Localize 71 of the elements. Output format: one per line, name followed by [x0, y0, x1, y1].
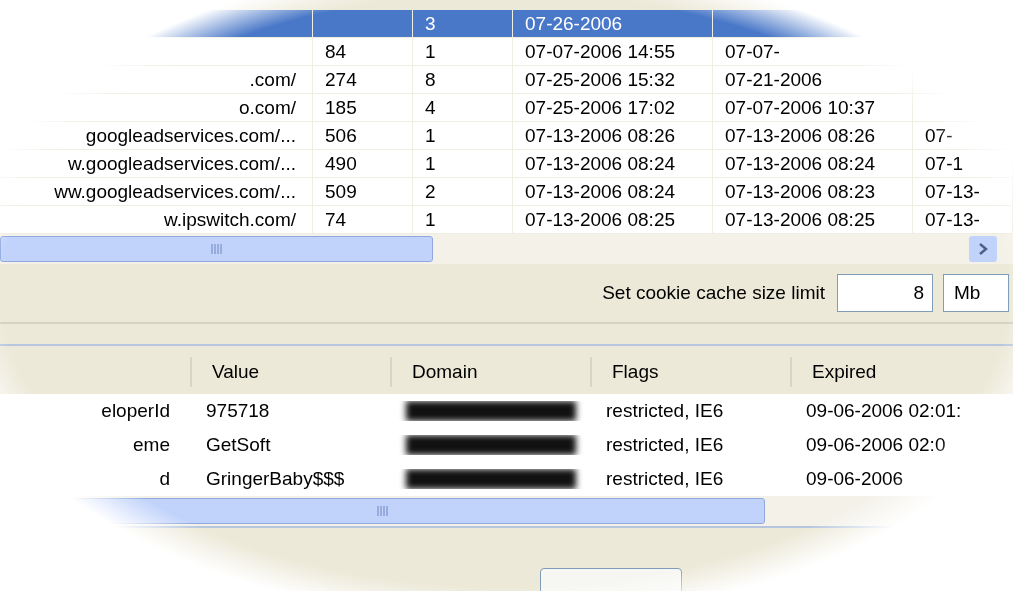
table-cell: 8	[425, 69, 436, 90]
table-cell: GetSoft	[206, 434, 271, 455]
grip-icon	[376, 505, 389, 517]
table-row[interactable]: googleadservices.com/... 506 1 07-13-2006 08:26 07-13-2006 08:26 07-	[0, 122, 1013, 150]
table-cell: w.googleadservices.com/...	[67, 153, 296, 174]
table-cell: restricted, IE6	[606, 400, 724, 421]
table-cell: 506	[325, 125, 357, 146]
table-cell: 1	[425, 125, 436, 146]
table-cell: 07-13-2006 08:24	[525, 153, 675, 174]
table-cell: GringerBaby$$$	[206, 468, 345, 489]
table-cell: 07-25-2006 17:02	[525, 97, 675, 118]
table-cell: 07-13-2006 08:24	[725, 153, 875, 174]
table-cell: 07-	[925, 125, 953, 146]
cache-limit-label: Set cookie cache size limit	[602, 282, 825, 304]
table-cell: googleadservices.com/...	[85, 125, 296, 146]
scrollbar-thumb[interactable]	[0, 236, 433, 262]
column-header[interactable]: Value	[212, 361, 260, 382]
table-cell: 3	[425, 13, 436, 34]
table-cell: 07-13-2006 08:23	[725, 181, 875, 202]
table-cell: 1	[425, 153, 436, 174]
table-cell: eme	[133, 434, 170, 455]
grip-icon	[210, 243, 223, 255]
table-row[interactable]: .com/ 274 8 07-25-2006 15:32 07-21-2006	[0, 66, 1013, 94]
dialog-button[interactable]	[540, 568, 682, 591]
table-cell: 07-1	[925, 153, 964, 174]
table-cell: 07-25-2006 15:32	[525, 69, 675, 90]
chevron-right-icon	[977, 242, 989, 256]
table-cell: eloperId	[101, 400, 170, 421]
table-cell: restricted, IE6	[606, 468, 724, 489]
table-row[interactable]: w.googleadservices.com/... 490 1 07-13-2006 08:24 07-13-2006 08:24 07-1	[0, 150, 1013, 178]
table-cell: 185	[325, 97, 357, 118]
table-cell: 490	[325, 153, 357, 174]
table-cell: 07-13-2006 08:26	[725, 125, 875, 146]
table-cell: 07-07-2006 14:55	[525, 41, 675, 62]
table-cell: restricted, IE6	[606, 434, 724, 455]
table-cell: 07-21-2006	[725, 69, 823, 90]
table-cell: ww.googleadservices.com/...	[54, 181, 296, 202]
cache-size-field[interactable]: 8	[837, 274, 933, 312]
table-cell: 74	[325, 209, 347, 230]
column-header[interactable]: Expired	[812, 361, 877, 382]
table-cell: 1	[425, 41, 436, 62]
table-cell: 4	[425, 97, 436, 118]
table-cell: 07-13-2006 08:24	[525, 181, 675, 202]
table-cell: 07-13-2006 08:25	[725, 209, 875, 230]
table-cell: d	[159, 468, 170, 489]
table-cell: 09-06-2006	[806, 468, 904, 489]
table-cell: 274	[325, 69, 357, 90]
table-cell: 509	[325, 181, 357, 202]
table-cell: 84	[325, 41, 347, 62]
table-cell: 975718	[206, 400, 270, 421]
table-cell: 07-13-2006 08:25	[525, 209, 675, 230]
table-row[interactable]: 84 1 07-07-2006 14:55 07-07-	[0, 38, 1013, 66]
table-cell: .com/	[249, 69, 296, 90]
table-cell: 07-07-2006 10:37	[725, 97, 875, 118]
table-cell: 2	[425, 181, 436, 202]
table-cell: 09-06-2006 02:0	[806, 434, 946, 455]
column-header[interactable]: Flags	[612, 361, 659, 382]
table-cell: 1	[425, 209, 436, 230]
table-cell: o.com/	[238, 97, 296, 118]
table-cell: 07-13-2006 08:26	[525, 125, 675, 146]
table-cell: 07-26-2006	[525, 13, 623, 34]
table-cell: 07-07-	[725, 41, 780, 62]
table-row[interactable]: o.com/ 185 4 07-25-2006 17:02 07-07-2006 10:37	[0, 94, 1013, 122]
column-header[interactable]: Domain	[412, 361, 478, 382]
table-cell: 09-06-2006 02:01:	[806, 400, 962, 421]
table-row[interactable]: ww.googleadservices.com/... 509 2 07-13-2006 08:24 07-13-2006 08:23 07-13-	[0, 178, 1013, 206]
table-cell: w.ipswitch.com/	[164, 209, 296, 230]
scroll-right-button[interactable]	[969, 236, 997, 262]
table-cell: 07-13-	[925, 209, 980, 230]
unit-dropdown[interactable]: Mb	[943, 274, 1009, 312]
table-cell: 07-13-	[925, 181, 980, 202]
